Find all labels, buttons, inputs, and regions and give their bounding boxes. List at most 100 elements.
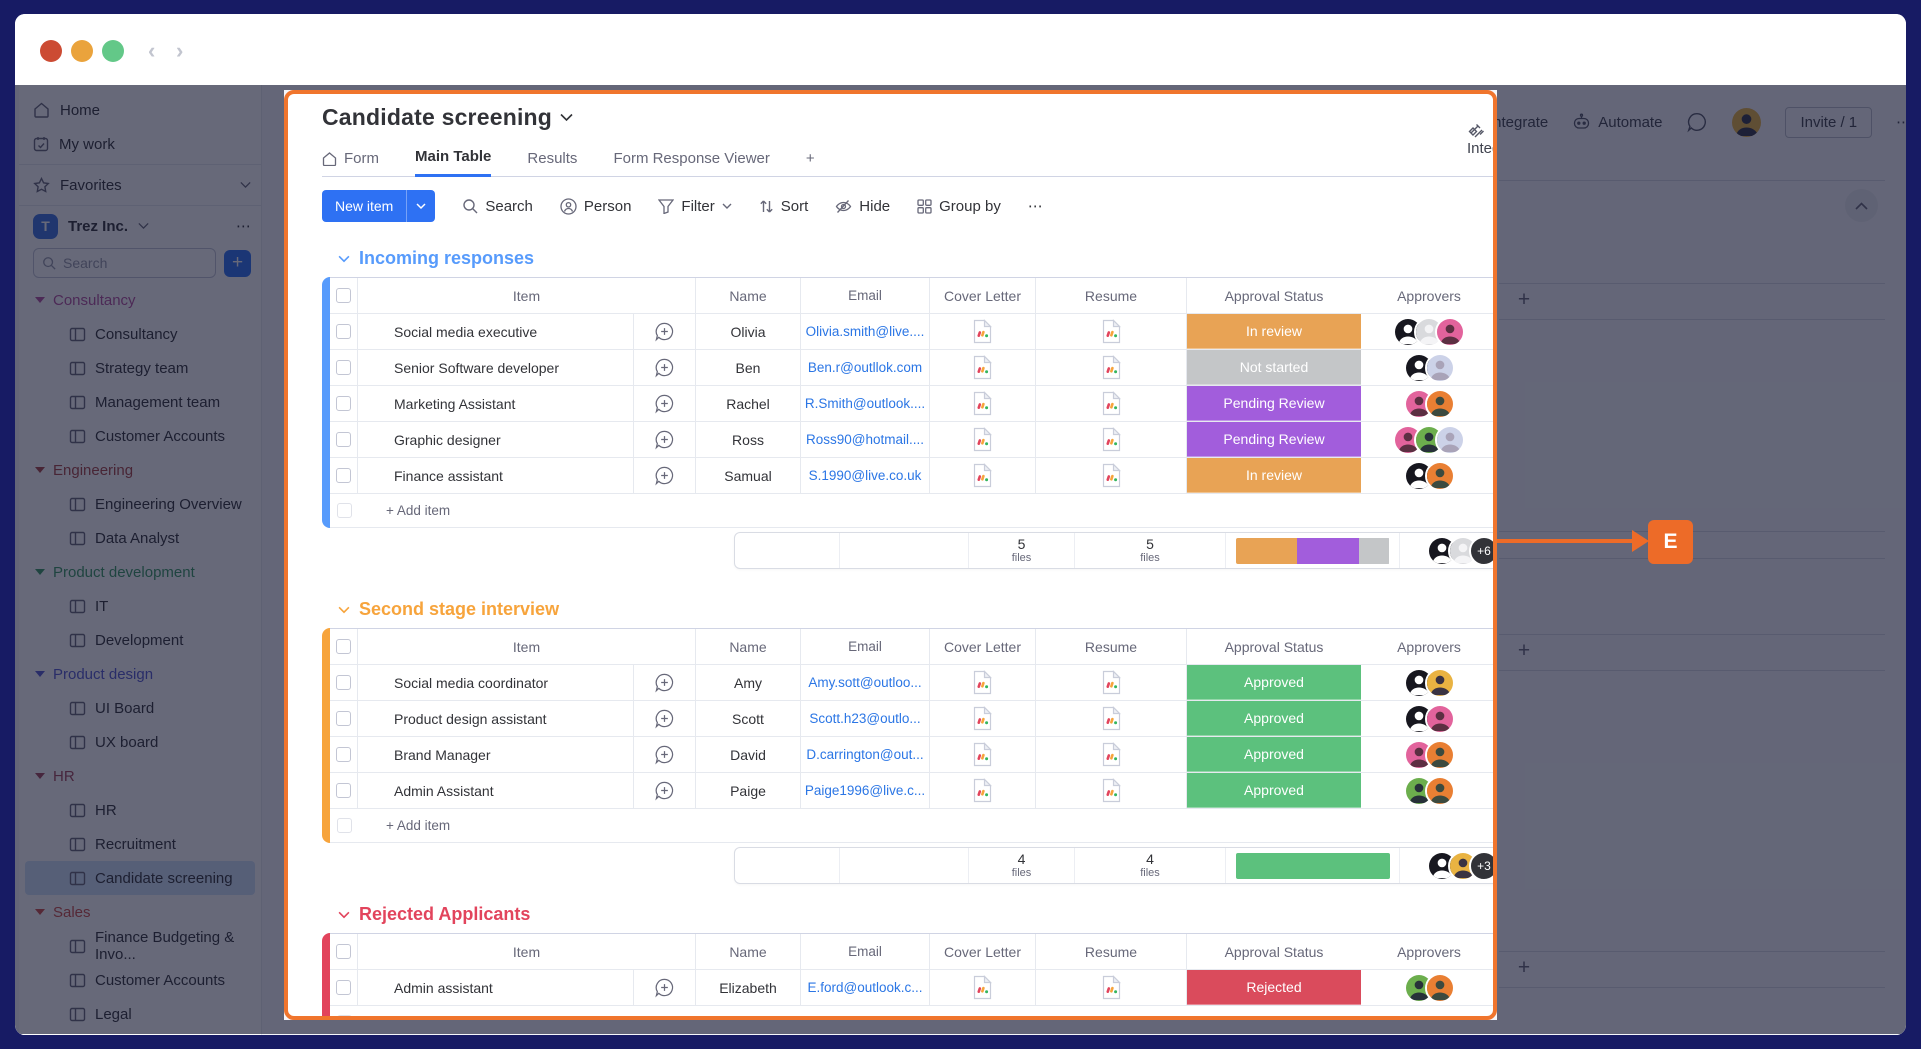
- add-item-row[interactable]: + Add item: [330, 1006, 1497, 1020]
- email-cell[interactable]: Ross90@hotmail....: [801, 422, 930, 457]
- row-checkbox[interactable]: [336, 747, 351, 762]
- tab-add[interactable]: +: [806, 150, 815, 176]
- group-by-button[interactable]: Group by: [917, 198, 1001, 215]
- toolbar-more-button[interactable]: ⋯: [1028, 197, 1043, 215]
- row-checkbox[interactable]: [336, 980, 351, 995]
- group-title-second-stage-interview[interactable]: Second stage interview: [338, 599, 1493, 620]
- name-cell[interactable]: Rachel: [696, 386, 801, 421]
- approval-status-cell[interactable]: Approved: [1187, 737, 1361, 772]
- approvers-cell[interactable]: [1361, 350, 1497, 385]
- approval-status-cell[interactable]: Not started: [1187, 350, 1361, 385]
- cover-letter-cell[interactable]: [930, 665, 1036, 700]
- cover-letter-cell[interactable]: [930, 701, 1036, 736]
- cover-letter-cell[interactable]: [930, 773, 1036, 808]
- open-conversation-cell[interactable]: [634, 665, 696, 700]
- email-cell[interactable]: Scott.h23@outlo...: [801, 701, 930, 736]
- open-conversation-cell[interactable]: [634, 314, 696, 349]
- column-header-email[interactable]: Email: [801, 934, 930, 969]
- column-header-approvers[interactable]: Approvers: [1361, 934, 1497, 969]
- item-cell[interactable]: Admin assistant: [358, 970, 634, 1005]
- tab-form[interactable]: Form: [322, 150, 379, 176]
- select-all-checkbox[interactable]: [336, 639, 351, 654]
- email-cell[interactable]: E.ford@outlook.c...: [801, 970, 930, 1005]
- approvers-cell[interactable]: [1361, 737, 1497, 772]
- search-button[interactable]: Search: [462, 198, 533, 215]
- approval-status-cell[interactable]: In review: [1187, 458, 1361, 493]
- email-cell[interactable]: S.1990@live.co.uk: [801, 458, 930, 493]
- email-cell[interactable]: Olivia.smith@live....: [801, 314, 930, 349]
- column-header-email[interactable]: Email: [801, 629, 930, 664]
- cover-letter-cell[interactable]: [930, 422, 1036, 457]
- approvers-cell[interactable]: [1361, 422, 1497, 457]
- email-cell[interactable]: Paige1996@live.c...: [801, 773, 930, 808]
- minimize-window-button[interactable]: [71, 40, 93, 62]
- resume-cell[interactable]: [1036, 386, 1187, 421]
- cover-letter-cell[interactable]: [930, 386, 1036, 421]
- column-header-approvers[interactable]: Approvers: [1361, 278, 1497, 313]
- resume-cell[interactable]: [1036, 458, 1187, 493]
- column-header-item[interactable]: Item: [358, 934, 696, 969]
- open-conversation-cell[interactable]: [634, 458, 696, 493]
- item-cell[interactable]: Social media executive: [358, 314, 634, 349]
- new-item-button[interactable]: New item: [322, 190, 435, 222]
- approval-status-cell[interactable]: Rejected: [1187, 970, 1361, 1005]
- column-header-name[interactable]: Name: [696, 934, 801, 969]
- column-header-approvers[interactable]: Approvers: [1361, 629, 1497, 664]
- column-header-resume[interactable]: Resume: [1036, 629, 1187, 664]
- approvers-cell[interactable]: [1361, 314, 1497, 349]
- open-conversation-cell[interactable]: [634, 386, 696, 421]
- approval-status-cell[interactable]: Approved: [1187, 665, 1361, 700]
- item-cell[interactable]: Graphic designer: [358, 422, 634, 457]
- approvers-cell[interactable]: [1361, 386, 1497, 421]
- approval-status-cell[interactable]: Pending Review: [1187, 386, 1361, 421]
- column-header-email[interactable]: Email: [801, 278, 930, 313]
- item-cell[interactable]: Finance assistant: [358, 458, 634, 493]
- column-header-item[interactable]: Item: [358, 629, 696, 664]
- approval-status-cell[interactable]: Approved: [1187, 773, 1361, 808]
- integrate-button[interactable]: Integrate: [1467, 122, 1497, 157]
- open-conversation-cell[interactable]: [634, 350, 696, 385]
- maximize-window-button[interactable]: [102, 40, 124, 62]
- close-window-button[interactable]: [40, 40, 62, 62]
- resume-cell[interactable]: [1036, 970, 1187, 1005]
- select-all-checkbox[interactable]: [336, 288, 351, 303]
- row-checkbox[interactable]: [336, 468, 351, 483]
- name-cell[interactable]: Paige: [696, 773, 801, 808]
- resume-cell[interactable]: [1036, 737, 1187, 772]
- approvers-cell[interactable]: [1361, 458, 1497, 493]
- column-header-resume[interactable]: Resume: [1036, 278, 1187, 313]
- row-checkbox[interactable]: [336, 324, 351, 339]
- hide-button[interactable]: Hide: [835, 198, 890, 215]
- status-distribution-bar[interactable]: [1236, 538, 1390, 564]
- nav-forward-button[interactable]: ›: [176, 40, 183, 62]
- new-item-dropdown[interactable]: [406, 190, 435, 222]
- name-cell[interactable]: David: [696, 737, 801, 772]
- email-cell[interactable]: R.Smith@outlook....: [801, 386, 930, 421]
- select-all-checkbox[interactable]: [336, 944, 351, 959]
- chevron-down-icon[interactable]: [560, 113, 573, 122]
- approvers-cell[interactable]: [1361, 701, 1497, 736]
- approval-status-cell[interactable]: In review: [1187, 314, 1361, 349]
- row-checkbox[interactable]: [336, 783, 351, 798]
- column-header-item[interactable]: Item: [358, 278, 696, 313]
- column-header-approval-status[interactable]: Approval Status: [1187, 934, 1361, 969]
- item-cell[interactable]: Admin Assistant: [358, 773, 634, 808]
- group-title-incoming-responses[interactable]: Incoming responses: [338, 248, 1493, 269]
- item-cell[interactable]: Product design assistant: [358, 701, 634, 736]
- resume-cell[interactable]: [1036, 314, 1187, 349]
- cover-letter-cell[interactable]: [930, 350, 1036, 385]
- cover-letter-cell[interactable]: [930, 458, 1036, 493]
- row-checkbox[interactable]: [336, 396, 351, 411]
- column-header-cover-letter[interactable]: Cover Letter: [930, 934, 1036, 969]
- open-conversation-cell[interactable]: [634, 737, 696, 772]
- resume-cell[interactable]: [1036, 350, 1187, 385]
- email-cell[interactable]: Amy.sott@outloo...: [801, 665, 930, 700]
- item-cell[interactable]: Social media coordinator: [358, 665, 634, 700]
- cover-letter-cell[interactable]: [930, 737, 1036, 772]
- approvers-cell[interactable]: [1361, 773, 1497, 808]
- approvers-cell[interactable]: [1361, 665, 1497, 700]
- open-conversation-cell[interactable]: [634, 701, 696, 736]
- open-conversation-cell[interactable]: [634, 773, 696, 808]
- add-item-row[interactable]: + Add item: [330, 494, 1497, 528]
- status-distribution-bar[interactable]: [1236, 853, 1390, 879]
